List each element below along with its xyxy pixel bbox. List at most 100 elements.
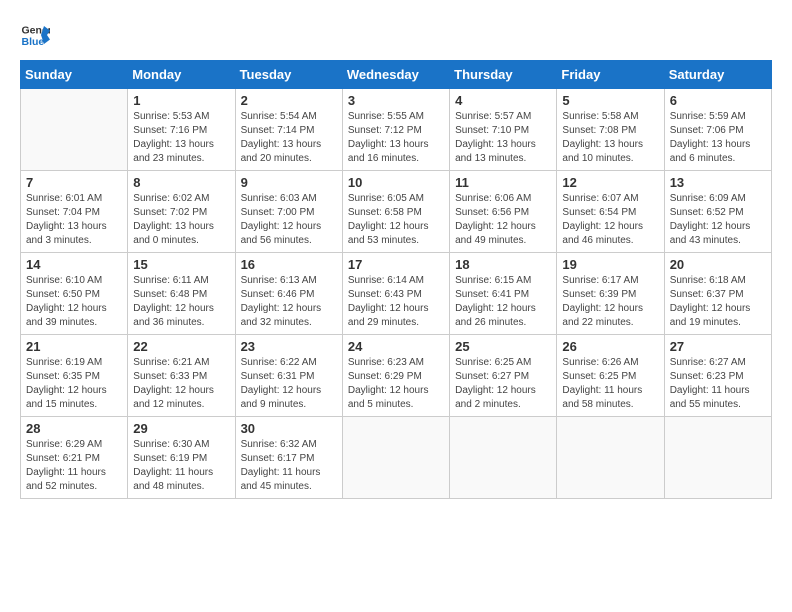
calendar-cell: 26Sunrise: 6:26 AMSunset: 6:25 PMDayligh… [557,335,664,417]
cell-content: Sunrise: 6:19 AMSunset: 6:35 PMDaylight:… [26,356,122,412]
calendar-cell: 29Sunrise: 6:30 AMSunset: 6:19 PMDayligh… [128,417,235,499]
cell-content: Sunrise: 6:06 AMSunset: 6:56 PMDaylight:… [455,192,551,248]
day-number: 25 [455,339,551,354]
cell-content: Sunrise: 6:32 AMSunset: 6:17 PMDaylight:… [241,438,337,494]
day-number: 6 [670,93,766,108]
day-number: 18 [455,257,551,272]
calendar-cell [557,417,664,499]
day-number: 11 [455,175,551,190]
cell-content: Sunrise: 6:02 AMSunset: 7:02 PMDaylight:… [133,192,229,248]
calendar-cell: 5 Sunrise: 5:58 AMSunset: 7:08 PMDaylight… [557,89,664,171]
day-number: 4 [455,93,551,108]
cell-content: Sunrise: 6:18 AMSunset: 6:37 PMDaylight:… [670,274,766,330]
calendar-cell: 3 Sunrise: 5:55 AMSunset: 7:12 PMDaylight… [342,89,449,171]
day-number: 17 [348,257,444,272]
cell-content: Sunrise: 6:15 AMSunset: 6:41 PMDaylight:… [455,274,551,330]
header: General Blue [20,20,772,50]
calendar-cell: 10 Sunrise: 6:05 AMSunset: 6:58 PMDayligh… [342,171,449,253]
calendar-cell: 30 Sunrise: 6:32 AMSunset: 6:17 PMDayligh… [235,417,342,499]
calendar-cell: 15 Sunrise: 6:11 AMSunset: 6:48 PMDayligh… [128,253,235,335]
logo-icon: General Blue [20,20,50,50]
calendar-cell [664,417,771,499]
calendar-cell [450,417,557,499]
day-number: 13 [670,175,766,190]
day-number: 15 [133,257,229,272]
calendar-cell: 12 Sunrise: 6:07 AMSunset: 6:54 PMDayligh… [557,171,664,253]
week-row-1: 1 Sunrise: 5:53 AMSunset: 7:16 PMDaylight… [21,89,772,171]
calendar-cell: 9 Sunrise: 6:03 AMSunset: 7:00 PMDaylight… [235,171,342,253]
day-number: 29 [133,421,229,436]
calendar-cell: 23Sunrise: 6:22 AMSunset: 6:31 PMDayligh… [235,335,342,417]
calendar-cell: 22Sunrise: 6:21 AMSunset: 6:33 PMDayligh… [128,335,235,417]
calendar-cell: 1 Sunrise: 5:53 AMSunset: 7:16 PMDaylight… [128,89,235,171]
calendar: SundayMondayTuesdayWednesdayThursdayFrid… [20,60,772,499]
day-number: 24 [348,339,444,354]
cell-content: Sunrise: 6:26 AMSunset: 6:25 PMDaylight:… [562,356,658,412]
calendar-cell: 20Sunrise: 6:18 AMSunset: 6:37 PMDayligh… [664,253,771,335]
cell-content: Sunrise: 5:54 AMSunset: 7:14 PMDaylight:… [241,110,337,166]
cell-content: Sunrise: 6:23 AMSunset: 6:29 PMDaylight:… [348,356,444,412]
cell-content: Sunrise: 6:29 AMSunset: 6:21 PMDaylight:… [26,438,122,494]
week-row-2: 7 Sunrise: 6:01 AMSunset: 7:04 PMDaylight… [21,171,772,253]
calendar-cell: 13 Sunrise: 6:09 AMSunset: 6:52 PMDayligh… [664,171,771,253]
day-number: 30 [241,421,337,436]
header-cell-thursday: Thursday [450,61,557,89]
day-number: 23 [241,339,337,354]
cell-content: Sunrise: 6:01 AMSunset: 7:04 PMDaylight:… [26,192,122,248]
calendar-cell: 14Sunrise: 6:10 AMSunset: 6:50 PMDayligh… [21,253,128,335]
calendar-cell: 4 Sunrise: 5:57 AMSunset: 7:10 PMDaylight… [450,89,557,171]
header-cell-friday: Friday [557,61,664,89]
cell-content: Sunrise: 6:27 AMSunset: 6:23 PMDaylight:… [670,356,766,412]
calendar-cell: 18 Sunrise: 6:15 AMSunset: 6:41 PMDayligh… [450,253,557,335]
day-number: 19 [562,257,658,272]
calendar-cell: 8 Sunrise: 6:02 AMSunset: 7:02 PMDaylight… [128,171,235,253]
day-number: 16 [241,257,337,272]
calendar-cell [21,89,128,171]
week-row-3: 14Sunrise: 6:10 AMSunset: 6:50 PMDayligh… [21,253,772,335]
calendar-cell: 21 Sunrise: 6:19 AMSunset: 6:35 PMDayligh… [21,335,128,417]
cell-content: Sunrise: 6:17 AMSunset: 6:39 PMDaylight:… [562,274,658,330]
header-cell-saturday: Saturday [664,61,771,89]
cell-content: Sunrise: 5:57 AMSunset: 7:10 PMDaylight:… [455,110,551,166]
calendar-cell: 24 Sunrise: 6:23 AMSunset: 6:29 PMDayligh… [342,335,449,417]
cell-content: Sunrise: 5:53 AMSunset: 7:16 PMDaylight:… [133,110,229,166]
cell-content: Sunrise: 6:13 AMSunset: 6:46 PMDaylight:… [241,274,337,330]
cell-content: Sunrise: 6:03 AMSunset: 7:00 PMDaylight:… [241,192,337,248]
cell-content: Sunrise: 5:55 AMSunset: 7:12 PMDaylight:… [348,110,444,166]
calendar-cell: 25 Sunrise: 6:25 AMSunset: 6:27 PMDayligh… [450,335,557,417]
header-cell-monday: Monday [128,61,235,89]
day-number: 21 [26,339,122,354]
calendar-cell: 17Sunrise: 6:14 AMSunset: 6:43 PMDayligh… [342,253,449,335]
cell-content: Sunrise: 6:25 AMSunset: 6:27 PMDaylight:… [455,356,551,412]
day-number: 7 [26,175,122,190]
day-number: 2 [241,93,337,108]
calendar-cell: 7 Sunrise: 6:01 AMSunset: 7:04 PMDaylight… [21,171,128,253]
day-number: 1 [133,93,229,108]
cell-content: Sunrise: 6:09 AMSunset: 6:52 PMDaylight:… [670,192,766,248]
calendar-cell: 28Sunrise: 6:29 AMSunset: 6:21 PMDayligh… [21,417,128,499]
header-cell-wednesday: Wednesday [342,61,449,89]
day-number: 12 [562,175,658,190]
cell-content: Sunrise: 6:11 AMSunset: 6:48 PMDaylight:… [133,274,229,330]
header-cell-tuesday: Tuesday [235,61,342,89]
cell-content: Sunrise: 6:05 AMSunset: 6:58 PMDaylight:… [348,192,444,248]
cell-content: Sunrise: 5:59 AMSunset: 7:06 PMDaylight:… [670,110,766,166]
cell-content: Sunrise: 6:10 AMSunset: 6:50 PMDaylight:… [26,274,122,330]
header-cell-sunday: Sunday [21,61,128,89]
calendar-cell: 6 Sunrise: 5:59 AMSunset: 7:06 PMDaylight… [664,89,771,171]
day-number: 5 [562,93,658,108]
day-number: 8 [133,175,229,190]
cell-content: Sunrise: 6:07 AMSunset: 6:54 PMDaylight:… [562,192,658,248]
day-number: 9 [241,175,337,190]
calendar-cell: 16 Sunrise: 6:13 AMSunset: 6:46 PMDayligh… [235,253,342,335]
calendar-cell: 11 Sunrise: 6:06 AMSunset: 6:56 PMDayligh… [450,171,557,253]
week-row-4: 21 Sunrise: 6:19 AMSunset: 6:35 PMDayligh… [21,335,772,417]
day-number: 10 [348,175,444,190]
cell-content: Sunrise: 5:58 AMSunset: 7:08 PMDaylight:… [562,110,658,166]
header-row: SundayMondayTuesdayWednesdayThursdayFrid… [21,61,772,89]
calendar-cell: 2 Sunrise: 5:54 AMSunset: 7:14 PMDaylight… [235,89,342,171]
calendar-cell: 27 Sunrise: 6:27 AMSunset: 6:23 PMDayligh… [664,335,771,417]
day-number: 3 [348,93,444,108]
day-number: 27 [670,339,766,354]
calendar-cell [342,417,449,499]
